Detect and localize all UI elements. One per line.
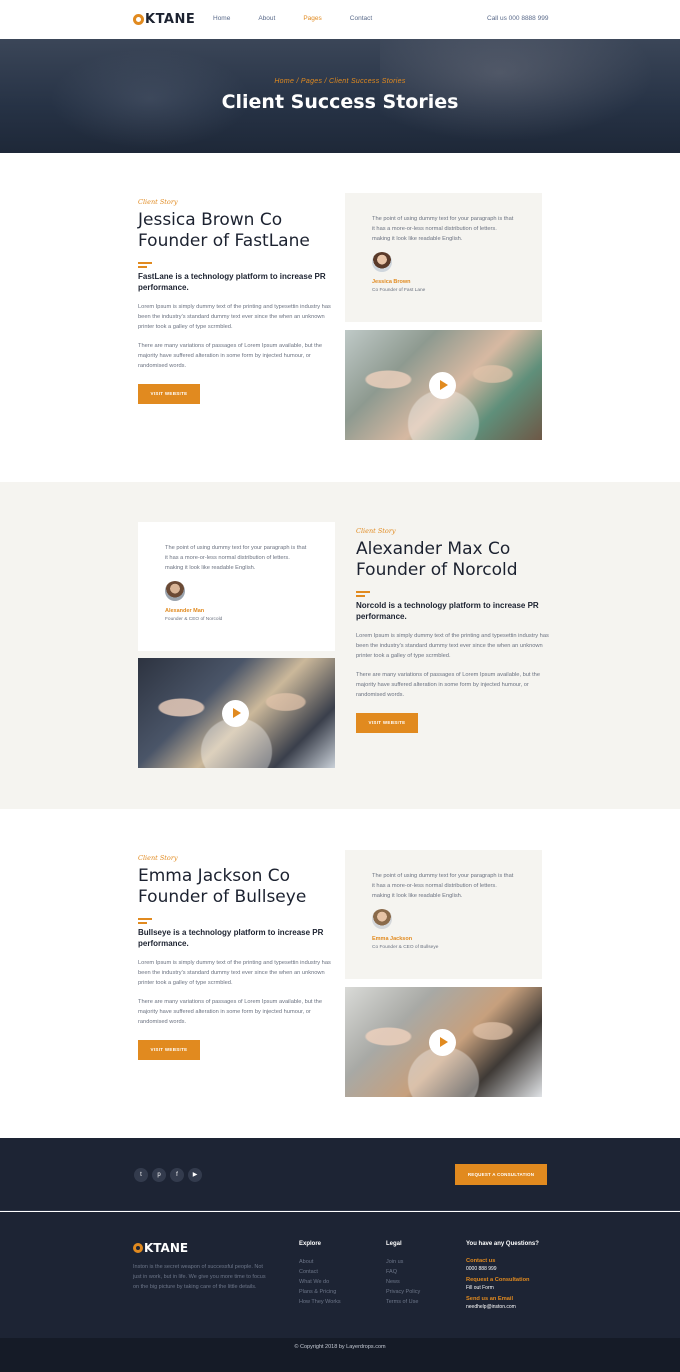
footer-link-how-they-works[interactable]: How They Works (299, 1297, 341, 1307)
story-paragraph: Lorem Ipsum is simply dummy text of the … (138, 304, 331, 330)
story-title: Emma Jackson Co Founder of Bullseye (138, 866, 307, 907)
youtube-icon[interactable]: ▶ (188, 1168, 202, 1182)
contact-phone[interactable]: 0000 888 999 (466, 1265, 539, 1273)
copyright-bar: © Copyright 2018 by Layerdrops.com (0, 1338, 680, 1372)
avatar (372, 909, 392, 929)
avatar (165, 581, 185, 601)
testimonial-card: The point of using dummy text for your p… (138, 522, 335, 651)
testimonial-card: The point of using dummy text for your p… (345, 850, 542, 979)
footer-link-faq[interactable]: FAQ (386, 1267, 420, 1277)
footer-link-about[interactable]: About (299, 1257, 341, 1267)
testimonial-name: Jessica Brown (372, 279, 411, 285)
story-text: Client Story Alexander Max Co Founder of… (356, 527, 551, 733)
footer-column-title: You have any Questions? (466, 1241, 539, 1247)
footer-column-title: Legal (386, 1241, 402, 1247)
video-thumbnail[interactable] (138, 658, 335, 768)
site-header: KTANE Home About Pages Contact Call us 0… (0, 0, 680, 39)
story-paragraph: There are many variations of passages of… (138, 999, 322, 1025)
nav-item-contact[interactable]: Contact (350, 15, 372, 22)
story-tag: Client Story (356, 527, 396, 535)
story-section-3: Client Story Emma Jackson Co Founder of … (0, 809, 680, 1138)
footer-explore-column: Explore About Contact What We do Plans &… (299, 1241, 341, 1307)
play-icon[interactable] (429, 1029, 456, 1056)
pinterest-icon[interactable]: p (152, 1168, 166, 1182)
main-nav: Home About Pages Contact (213, 15, 400, 22)
footer-column-title: Explore (299, 1241, 322, 1247)
visit-website-button[interactable]: VISIT WEBSITE (138, 1040, 200, 1060)
avatar (372, 252, 392, 272)
visit-website-button[interactable]: VISIT WEBSITE (138, 384, 200, 404)
footer-top-bar (0, 1138, 680, 1211)
contact-email[interactable]: needhelp@inston.com (466, 1303, 539, 1311)
story-lead: Bullseye is a technology platform to inc… (138, 928, 324, 948)
testimonial-name: Alexander Man (165, 608, 205, 614)
story-tag: Client Story (138, 198, 178, 206)
story-paragraph: Lorem Ipsum is simply dummy text of the … (356, 633, 549, 659)
contact-form-link[interactable]: Fill out Form (466, 1284, 539, 1292)
play-icon[interactable] (222, 700, 249, 727)
footer-link-contact[interactable]: Contact (299, 1267, 341, 1277)
story-paragraph: Lorem Ipsum is simply dummy text of the … (138, 960, 331, 986)
footer-about-text: Inston is the secret weapon of successfu… (133, 1264, 266, 1290)
twitter-icon[interactable]: t (134, 1168, 148, 1182)
play-icon[interactable] (429, 372, 456, 399)
footer-link-privacy[interactable]: Privacy Policy (386, 1287, 420, 1297)
testimonial-role: Founder & CEO of Norcold (165, 617, 223, 622)
testimonial-quote: The point of using dummy text for your p… (372, 873, 514, 899)
title-divider (138, 918, 333, 924)
story-paragraph: There are many variations of passages of… (356, 672, 540, 698)
footer-link-news[interactable]: News (386, 1277, 420, 1287)
logo-mark-icon (133, 1243, 143, 1253)
page-title: Client Success Stories (221, 91, 459, 113)
logo[interactable]: KTANE (133, 12, 195, 27)
testimonial-role: Co Founder & CEO of Bullseye (372, 945, 439, 950)
visit-website-button[interactable]: VISIT WEBSITE (356, 713, 418, 733)
testimonial-card: The point of using dummy text for your p… (345, 193, 542, 322)
title-divider (138, 262, 333, 268)
nav-item-about[interactable]: About (258, 15, 275, 22)
footer-link-plans-pricing[interactable]: Plans & Pricing (299, 1287, 341, 1297)
contact-title[interactable]: Send us an Email (466, 1295, 539, 1303)
footer-logo[interactable]: KTANE (133, 1241, 188, 1255)
story-lead: Norcold is a technology platform to incr… (356, 601, 539, 621)
request-consultation-button[interactable]: REQUEST A CONSULTATION (455, 1164, 547, 1185)
story-section-2: The point of using dummy text for your p… (0, 482, 680, 809)
story-paragraph: There are many variations of passages of… (138, 343, 322, 369)
logo-mark-icon (133, 14, 144, 25)
contact-title[interactable]: Request a Consultation (466, 1276, 539, 1284)
nav-item-pages[interactable]: Pages (303, 15, 321, 22)
testimonial-name: Emma Jackson (372, 936, 413, 942)
video-thumbnail[interactable] (345, 330, 542, 440)
story-section-1: Client Story Jessica Brown Co Founder of… (0, 153, 680, 482)
testimonial-role: Co Founder of Fast Lane (372, 288, 426, 293)
testimonial-quote: The point of using dummy text for your p… (372, 216, 514, 242)
story-title: Alexander Max Co Founder of Norcold (356, 539, 518, 580)
social-links: t p f ▶ (134, 1168, 202, 1182)
footer-link-join-us[interactable]: Join us (386, 1257, 420, 1267)
contact-title[interactable]: Contact us (466, 1257, 539, 1265)
story-lead: FastLane is a technology platform to inc… (138, 272, 326, 292)
story-title: Jessica Brown Co Founder of FastLane (138, 210, 310, 251)
facebook-icon[interactable]: f (170, 1168, 184, 1182)
footer-legal-column: Legal Join us FAQ News Privacy Policy Te… (386, 1241, 420, 1307)
nav-item-home[interactable]: Home (213, 15, 230, 22)
footer-link-what-we-do[interactable]: What We do (299, 1277, 341, 1287)
testimonial-quote: The point of using dummy text for your p… (165, 545, 307, 571)
footer-contact-column: You have any Questions? Contact us 0000 … (466, 1241, 539, 1314)
title-divider (356, 591, 551, 597)
footer-link-terms[interactable]: Terms of Use (386, 1297, 420, 1307)
story-text: Client Story Emma Jackson Co Founder of … (138, 854, 333, 1060)
story-tag: Client Story (138, 854, 178, 862)
call-us-text[interactable]: Call us 000 8888 999 (487, 15, 548, 22)
video-thumbnail[interactable] (345, 987, 542, 1097)
story-text: Client Story Jessica Brown Co Founder of… (138, 198, 333, 404)
breadcrumb[interactable]: Home / Pages / Client Success Stories (0, 78, 680, 85)
